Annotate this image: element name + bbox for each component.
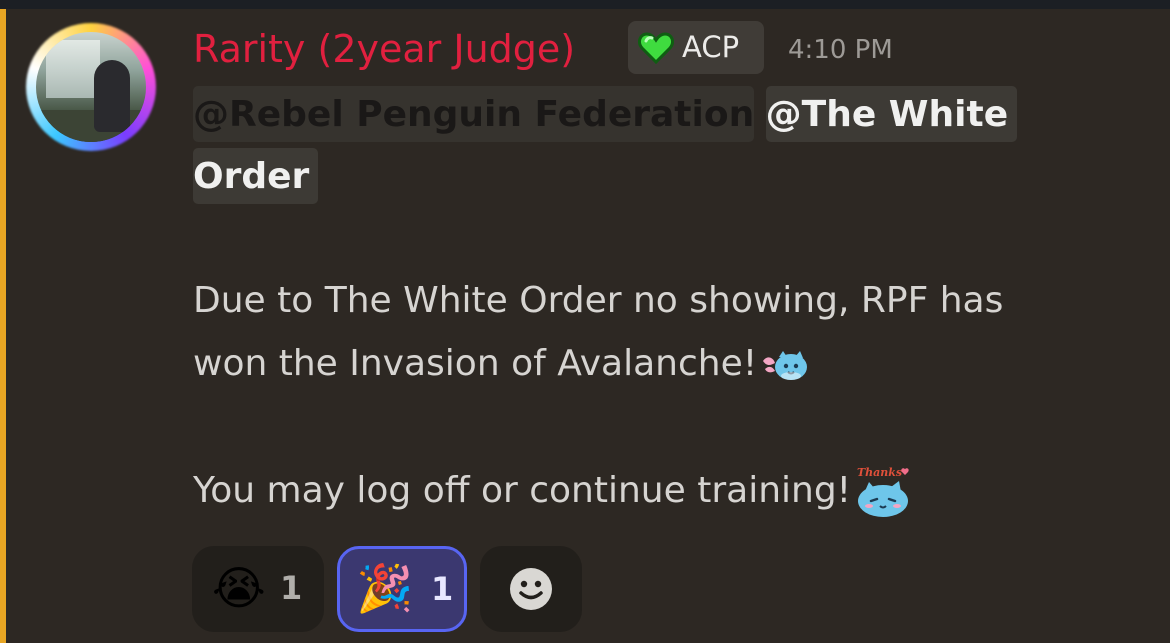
green-heart-icon xyxy=(638,32,674,64)
message-text: You may log off or continue training! xyxy=(193,470,852,511)
reaction-count: 1 xyxy=(431,570,454,608)
avatar[interactable] xyxy=(22,19,162,155)
author-name[interactable]: Rarity (2year Judge) xyxy=(193,24,575,74)
message-mentions: @Rebel Penguin Federation @The White Ord… xyxy=(193,84,1133,208)
blue-cat-thanks-emote: Thanks xyxy=(857,466,909,517)
message-text-line: Due to The White Order no showing, RPF h… xyxy=(193,280,1004,321)
previous-message-edge xyxy=(0,0,1170,9)
role-tag-label: ACP xyxy=(682,30,740,64)
reaction-loudly-crying[interactable]: 😭 1 xyxy=(192,546,324,632)
party-popper-icon: 🎉 xyxy=(356,561,414,615)
message-view: Rarity (2year Judge) ACP 4:10 PM @Rebel … xyxy=(0,0,1170,643)
avatar-image xyxy=(36,32,146,142)
timestamp[interactable]: 4:10 PM xyxy=(788,32,893,68)
role-tag[interactable]: ACP xyxy=(628,21,764,74)
mention-rebel-penguin-federation[interactable]: @Rebel Penguin Federation xyxy=(193,86,755,142)
message-text-line: won the Invasion of Avalanche! xyxy=(193,333,809,395)
mention-highlight-bar xyxy=(0,9,6,643)
add-reaction-button[interactable] xyxy=(480,546,582,632)
message-text-line: You may log off or continue training! Th… xyxy=(193,460,911,522)
reaction-party-popper[interactable]: 🎉 1 xyxy=(337,546,467,632)
thanks-emote-lettering: Thanks xyxy=(857,466,902,479)
add-reaction-smiley-icon xyxy=(510,568,552,610)
loudly-crying-face-icon: 😭 xyxy=(212,561,266,615)
reaction-count: 1 xyxy=(280,569,303,607)
blue-cat-flying-emote xyxy=(763,351,808,380)
message-text: won the Invasion of Avalanche! xyxy=(193,343,758,384)
